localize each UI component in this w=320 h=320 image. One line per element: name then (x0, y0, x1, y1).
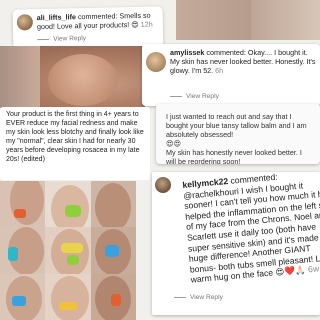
comment-card-amylissek: amylissek commented: Okay.... I bought i… (142, 44, 320, 106)
highlight (105, 245, 119, 257)
comment-card-ali: ali_lifts_life commented: Smells so good… (12, 6, 164, 51)
collage-tile (0, 181, 45, 227)
face (10, 181, 44, 225)
highlight (14, 209, 26, 218)
before-after-photo (176, 0, 320, 40)
divider (170, 96, 182, 97)
view-reply-link[interactable]: View Reply (174, 294, 223, 301)
face (51, 276, 89, 320)
collage-tile (0, 227, 45, 274)
comment-card-kellymck22: kellymck22 commented: @rachelkhouri I wi… (152, 172, 320, 315)
cheek (48, 54, 118, 106)
divider (37, 38, 50, 41)
highlight (12, 296, 26, 306)
message-text: I just wanted to reach out and say that … (166, 112, 307, 164)
highlight (61, 243, 83, 253)
emoji: 😍❤️🙏🏻 (275, 264, 307, 278)
collage-tile (91, 274, 136, 320)
comment-text: kellymck22 commented: @rachelkhouri I wi… (182, 172, 320, 285)
collage-tile (45, 227, 91, 274)
photo-right (250, 0, 320, 40)
timestamp: 12h (138, 19, 153, 29)
face (95, 183, 131, 227)
skin-analysis-collage (0, 181, 136, 320)
highlight (8, 247, 18, 261)
comment-text: amylissek commented: Okay.... I bought i… (170, 48, 316, 76)
divider (174, 297, 186, 298)
highlight (65, 205, 81, 217)
avatar[interactable] (16, 14, 34, 31)
testimonial-text: Your product is the first thing in 4+ ye… (6, 111, 144, 163)
view-reply-link[interactable]: View Reply (170, 93, 219, 100)
highlight (111, 294, 121, 306)
comment-username[interactable]: amylissek (170, 48, 204, 57)
avatar[interactable] (146, 52, 166, 72)
collage-tile (0, 274, 45, 320)
face-photo (0, 46, 145, 108)
photo-left (176, 0, 251, 40)
collage-tile (45, 274, 91, 320)
timestamp: 6h (213, 66, 224, 76)
highlight (59, 302, 77, 310)
photo-band (0, 46, 40, 108)
highlight (67, 255, 79, 265)
comment-text: ali_lifts_life commented: Smells so good… (36, 10, 153, 32)
emoji: 😍😍 (166, 139, 181, 149)
collage-tile (91, 181, 136, 227)
message-card: I just wanted to reach out and say that … (156, 104, 320, 164)
timestamp: 6w (305, 263, 320, 275)
avatar[interactable] (155, 177, 171, 193)
collage-tile (45, 181, 91, 227)
testimonial-card: Your product is the first thing in 4+ ye… (0, 107, 150, 180)
collage-tile (91, 227, 136, 274)
emoji: 😍 (131, 19, 139, 30)
view-reply-link[interactable]: View Reply (37, 35, 86, 43)
